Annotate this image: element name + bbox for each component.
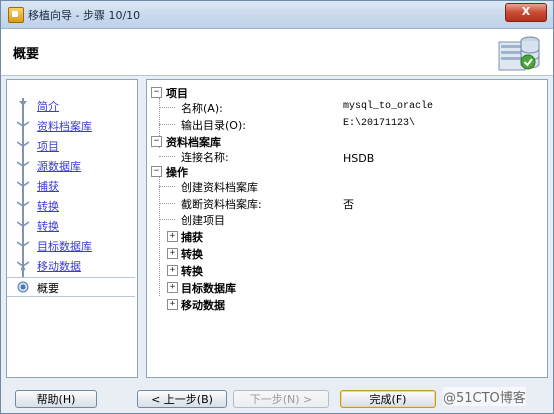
wizard-step-navigator: 简介 资料档案库 项目 源数据库 捕获 转换 转换 目标数据库 移动数据 概要 (6, 79, 138, 378)
nav-step-label: 概要 (37, 282, 59, 295)
database-wizard-icon (498, 36, 540, 71)
next-button[interactable]: 下一步(N) > (233, 390, 329, 408)
step-marker-icon (17, 261, 29, 271)
tree-branch-line (159, 124, 175, 125)
step-marker-icon (17, 141, 29, 147)
nav-step-label: 源数据库 (37, 160, 81, 173)
tree-branch-line (159, 107, 175, 108)
expand-toggle-icon[interactable]: + (167, 265, 178, 276)
nav-step-label: 捕获 (37, 180, 59, 193)
nav-step-summary[interactable]: 概要 (7, 277, 135, 297)
collapse-toggle-icon[interactable]: − (151, 136, 162, 147)
close-button[interactable]: X (505, 3, 547, 22)
title-bar: 移植向导 - 步骤 10/10 X (1, 1, 553, 29)
tree-node-label: 项目 (166, 87, 188, 100)
project-name-value: mysql_to_oracle (343, 101, 434, 112)
connection-name-row: 连接名称: (181, 149, 229, 165)
nav-step-capture[interactable]: 捕获 (7, 176, 135, 194)
watermark: @51CTO博客 (443, 387, 526, 406)
tree-branch-line (159, 203, 175, 204)
tree-node-label: 目标数据库 (181, 282, 236, 295)
output-dir-row: 输出目录(O): (181, 117, 246, 133)
truncate-repository-key: 截断资料档案库: (181, 198, 262, 211)
step-marker-icon (17, 181, 29, 187)
tree-node-label: 转换 (181, 248, 203, 261)
connection-name-key: 连接名称: (181, 151, 229, 164)
help-button[interactable]: 帮助(H) (15, 390, 97, 408)
nav-step-label: 移动数据 (37, 260, 81, 273)
nav-step-repository[interactable]: 资料档案库 (7, 116, 135, 134)
nav-step-label: 目标数据库 (37, 240, 92, 253)
connection-name-value: HSDB (343, 152, 375, 165)
nav-step-label: 简介 (37, 100, 59, 113)
collapse-toggle-icon[interactable]: − (151, 87, 162, 98)
current-step-icon (17, 281, 29, 293)
nav-step-label: 项目 (37, 140, 59, 153)
nav-step-project[interactable]: 项目 (7, 136, 135, 154)
step-marker-icon (17, 161, 29, 167)
step-marker-icon (17, 221, 29, 227)
tree-branch-line (159, 186, 175, 187)
tree-node-label: 资料档案库 (166, 136, 221, 149)
nav-step-label: 转换 (37, 200, 59, 213)
tree-guide-line (159, 172, 160, 296)
truncate-repository-row: 截断资料档案库: (181, 196, 262, 212)
expand-toggle-icon[interactable]: + (167, 231, 178, 242)
tree-node-label: 转换 (181, 265, 203, 278)
expand-toggle-icon[interactable]: + (167, 248, 178, 259)
summary-tree-panel: − 项目 名称(A): mysql_to_oracle 输出目录(O): E:\… (146, 79, 548, 378)
project-name-row: 名称(A): (181, 100, 223, 116)
step-marker-icon (17, 201, 29, 207)
nav-step-source-db[interactable]: 源数据库 (7, 156, 135, 174)
tree-branch-line (159, 219, 175, 220)
nav-step-target-db[interactable]: 目标数据库 (7, 236, 135, 254)
tree-node-label: 移动数据 (181, 299, 225, 312)
nav-step-move-data[interactable]: 移动数据 (7, 256, 135, 274)
page-header: 概要 (1, 29, 553, 76)
migration-wizard-window: 移植向导 - 步骤 10/10 X 概要 简介 资料档案库 项目 源数据库 捕获… (0, 0, 554, 414)
output-dir-value: E:\20171123\ (343, 118, 416, 129)
tree-branch-line (159, 156, 175, 157)
window-title: 移植向导 - 步骤 10/10 (28, 9, 141, 22)
nav-step-label: 资料档案库 (37, 120, 92, 133)
nav-step-intro[interactable]: 简介 (7, 96, 135, 114)
app-icon (8, 7, 24, 23)
truncate-repository-value: 否 (343, 198, 354, 211)
nav-step-label: 转换 (37, 220, 59, 233)
project-name-key: 名称(A): (181, 102, 223, 115)
expand-toggle-icon[interactable]: + (167, 282, 178, 293)
tree-node-label: 操作 (166, 166, 188, 179)
step-marker-icon (17, 241, 29, 247)
step-marker-icon (19, 101, 27, 111)
create-repository-row: 创建资料档案库 (181, 181, 258, 194)
nav-step-convert-1[interactable]: 转换 (7, 196, 135, 214)
back-button[interactable]: < 上一步(B) (137, 390, 227, 408)
create-project-row: 创建项目 (181, 214, 225, 227)
finish-button[interactable]: 完成(F) (340, 390, 436, 408)
collapse-toggle-icon[interactable]: − (151, 166, 162, 177)
step-marker-icon (17, 121, 29, 127)
tree-node-label: 捕获 (181, 231, 203, 244)
expand-toggle-icon[interactable]: + (167, 299, 178, 310)
page-title: 概要 (13, 47, 40, 62)
nav-step-convert-2[interactable]: 转换 (7, 216, 135, 234)
output-dir-key: 输出目录(O): (181, 119, 246, 132)
